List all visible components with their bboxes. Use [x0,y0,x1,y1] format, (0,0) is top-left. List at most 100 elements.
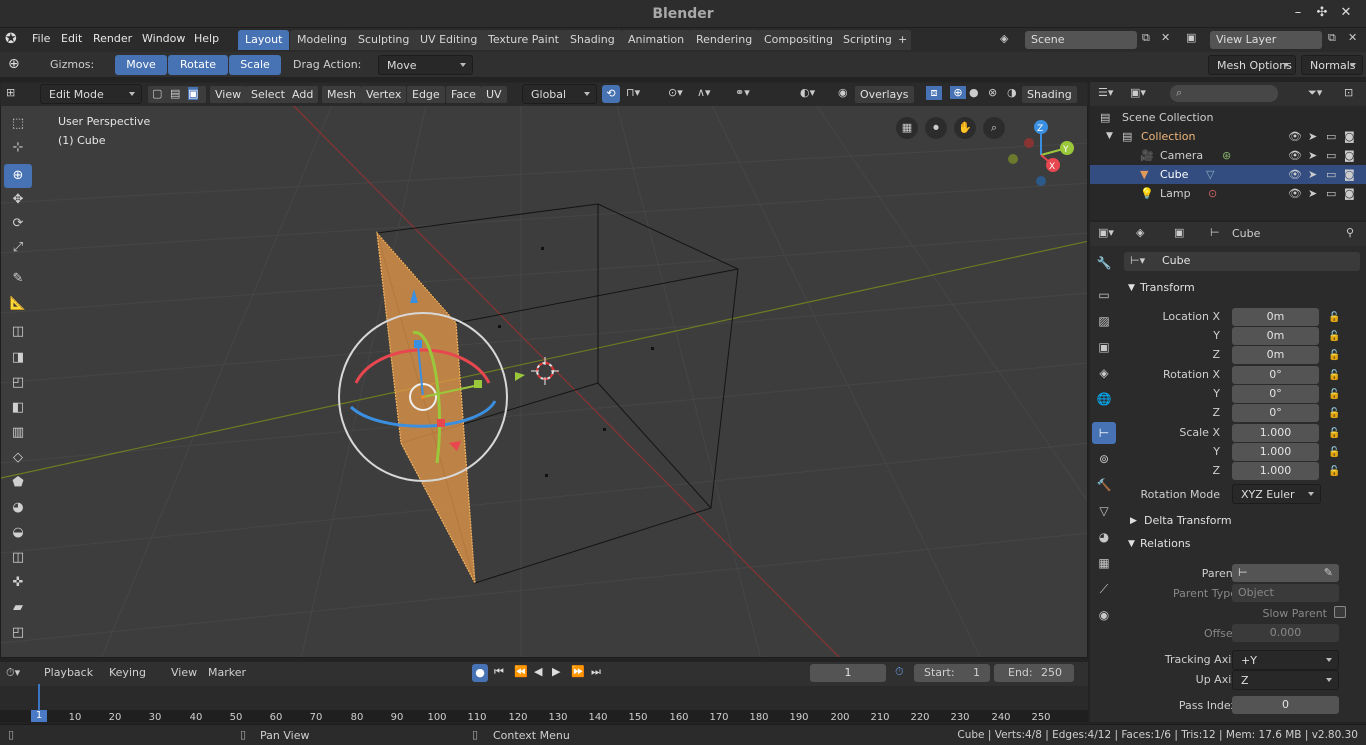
outliner-row-lamp[interactable]: 💡 Lamp ⊙ 👁 ➤ ▭ ◙ [1090,184,1366,203]
end-frame-field[interactable]: End: 250 [994,664,1074,682]
scene-field[interactable]: Scene [1025,31,1137,49]
pin-icon[interactable]: ⚲ [1346,226,1354,239]
menu-keying[interactable]: Keying [109,666,146,679]
rotation-x-field[interactable]: 0° [1232,366,1319,384]
lock-rotation-z-icon[interactable]: 🔓 [1328,408,1340,419]
display-mode-icon[interactable]: ▣▾ [1130,86,1146,99]
tab-rendering[interactable]: Rendering [689,30,760,50]
cube-visibility-icon[interactable]: 👁 [1288,165,1302,184]
annotate-tool-icon[interactable]: ✎ [4,267,32,291]
snap-icon[interactable]: ⊓▾ [626,86,640,99]
editor-type-icon[interactable]: ⊞ [6,86,15,99]
particles-tab-icon[interactable]: ▽ [1092,500,1116,522]
visibility-icon[interactable]: ◐▾ [800,86,815,99]
link-icon[interactable]: ⚭▾ [735,86,750,99]
gizmo-rotate-button[interactable]: Rotate [168,55,228,75]
gizmo-scale-button[interactable]: Scale [229,55,281,75]
tab-sculpting[interactable]: Sculpting [351,30,417,50]
solid-shading-icon[interactable]: ● [969,86,979,99]
lock-location-x-icon[interactable]: 🔓 [1328,312,1340,323]
rotation-mode-select[interactable]: XYZ Euler [1232,484,1321,504]
scale-z-field[interactable]: 1.000 [1232,462,1319,480]
view-layer-icon[interactable]: ▣ [1186,31,1196,44]
move-tool-icon[interactable]: ✥ [4,188,32,212]
mode-select[interactable]: Edit Mode [40,84,142,104]
menu-edit[interactable]: Edit [61,32,82,45]
loop-cut-tool-icon[interactable]: ▥ [4,421,32,445]
camera-select-icon[interactable]: ➤ [1308,146,1317,165]
outliner-row-scene-collection[interactable]: ▤ Scene Collection [1090,108,1366,127]
new-scene-icon[interactable]: ⧉ [1142,31,1150,45]
menu-timeline-view[interactable]: View [171,666,197,679]
rotation-y-field[interactable]: 0° [1232,385,1319,403]
knife-tool-icon[interactable]: ◇ [4,446,32,470]
menu-select[interactable]: Select [246,86,290,103]
shading-menu[interactable]: Shading [1022,86,1077,103]
outliner-row-cube[interactable]: ▼ Cube ▽ 👁 ➤ ▭ ◙ [1090,165,1366,184]
viewport-canvas[interactable]: Z Y X [1,83,1088,658]
location-z-field[interactable]: 0m [1232,346,1319,364]
proportional-edit-icon[interactable]: ∧▾ [697,86,711,99]
drag-action-select[interactable]: Move [378,55,473,75]
menu-playback[interactable]: Playback [44,666,93,679]
object-tab-icon[interactable]: ⊢ [1092,422,1116,444]
orientation-select[interactable]: Global [522,84,597,104]
add-workspace-icon[interactable]: + [894,30,912,50]
outliner-row-camera[interactable]: 🎥 Camera ⊛ 👁 ➤ ▭ ◙ [1090,146,1366,165]
selected-face[interactable] [376,231,476,584]
rip-tool-icon[interactable]: ◰ [4,621,32,645]
expand-icon[interactable]: ▼ [1106,127,1113,146]
parent-type-select[interactable]: Object [1232,584,1339,602]
tab-uv-editing[interactable]: UV Editing [413,30,485,50]
menu-marker[interactable]: Marker [208,666,246,679]
lock-scale-x-icon[interactable]: 🔓 [1328,428,1340,439]
gizmo-move-button[interactable]: Move [115,55,167,75]
tab-animation[interactable]: Animation [621,30,692,50]
output-tab-icon[interactable]: ▨ [1092,310,1116,332]
jump-start-icon[interactable]: ⏮ [494,665,504,679]
outliner-row-collection[interactable]: ▼ ▤ Collection 👁 ➤ ▭ ◙ [1090,127,1366,146]
blender-logo-icon[interactable]: ✪ [5,31,17,47]
vertex-select-icon[interactable]: ▢ [152,87,162,100]
current-frame-field[interactable]: 1 [810,664,886,682]
tracking-axis-select[interactable]: +Y [1232,650,1339,670]
rotation-z-field[interactable]: 0° [1232,404,1319,422]
poly-build-tool-icon[interactable]: ⬟ [4,471,32,495]
menu-edge[interactable]: Edge [407,86,445,103]
tab-texture-paint[interactable]: Texture Paint [481,30,566,50]
select-box-tool-icon[interactable]: ⬚ [4,112,32,136]
camera-data-icon[interactable]: ⊛ [1222,146,1231,165]
scene-pin-icon[interactable]: ◈ [1136,226,1144,239]
modifier-tab-icon[interactable]: 🔨 [1092,474,1116,496]
play-reverse-icon[interactable]: ◀ [534,665,542,678]
collection-select-icon[interactable]: ➤ [1308,127,1317,146]
smooth-tool-icon[interactable]: ◒ [4,521,32,545]
pan-hand-icon[interactable]: ✋ [954,117,976,139]
lock-location-z-icon[interactable]: 🔓 [1328,350,1340,361]
pivot-icon[interactable]: ⟲ [602,85,620,103]
parent-field[interactable]: ⊢ ✎ [1232,564,1339,582]
active-tool-icon[interactable]: ⊕ [8,56,20,72]
constraints-tab-icon[interactable]: ⊚ [1092,448,1116,470]
transform-panel-header[interactable]: ▼ Transform [1118,278,1366,298]
start-frame-field[interactable]: Start: 1 [914,664,990,682]
camera-viewport-icon[interactable]: ▭ [1326,146,1336,165]
scene-icon[interactable]: ◈ [1000,32,1008,45]
relations-panel-header[interactable]: ▼ Relations [1118,534,1366,554]
menu-file[interactable]: File [32,32,50,45]
inset-tool-icon[interactable]: ◰ [4,371,32,395]
menu-face[interactable]: Face [446,86,481,103]
scale-y-field[interactable]: 1.000 [1232,443,1319,461]
edge-select-icon[interactable]: ▤ [170,87,180,100]
zoom-icon[interactable]: ⌕ [983,117,1005,139]
tab-shading[interactable]: Shading [563,30,622,50]
close-icon[interactable]: ✕ [1336,5,1356,20]
rotate-tool-icon[interactable]: ⟳ [4,212,32,236]
camera-view-icon[interactable]: ⏺ [925,117,947,139]
collection-visibility-icon[interactable]: 👁 [1288,127,1302,146]
location-y-field[interactable]: 0m [1232,327,1319,345]
outliner-search-input[interactable]: ⌕ [1170,85,1278,102]
menu-window[interactable]: Window [142,32,185,45]
pass-index-field[interactable]: 0 [1232,696,1339,714]
tab-modeling[interactable]: Modeling [290,30,355,50]
